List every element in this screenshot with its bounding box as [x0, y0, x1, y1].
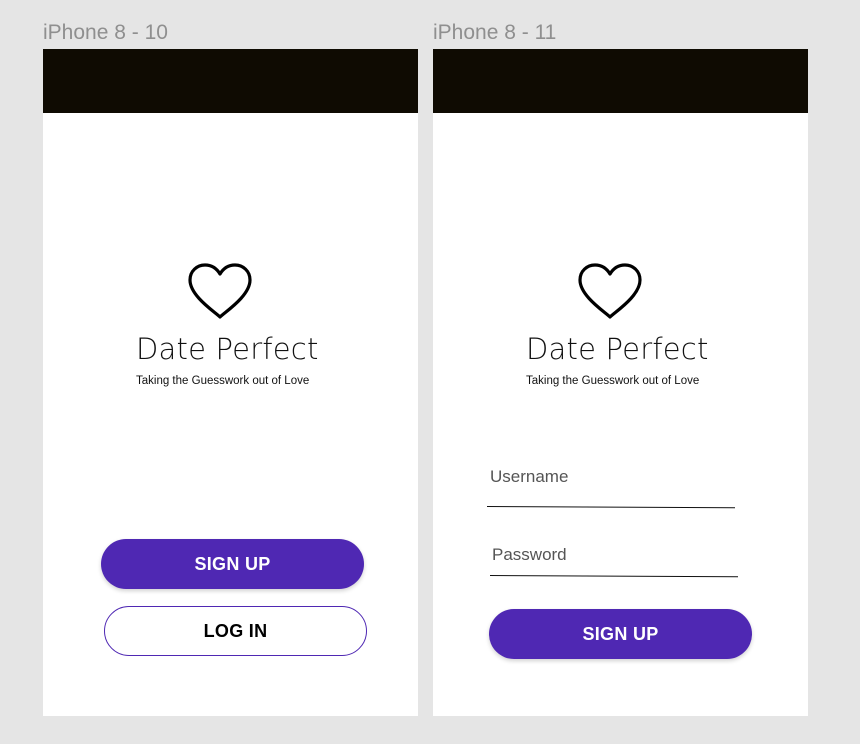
- heart-icon: [578, 263, 642, 319]
- app-title: Date Perfect: [526, 332, 709, 366]
- sign-up-button-label: SIGN UP: [582, 623, 659, 644]
- sign-up-screen: Date Perfect Taking the Guesswork out of…: [433, 49, 808, 716]
- status-bar: [433, 49, 808, 113]
- sign-up-button[interactable]: SIGN UP: [101, 539, 364, 589]
- app-title: Date Perfect: [136, 332, 319, 366]
- log-in-button-label: LOG IN: [203, 620, 268, 641]
- username-label: Username: [490, 467, 569, 486]
- frame-title-iphone-8-11: iPhone 8 - 11: [433, 21, 557, 44]
- heart-icon: [188, 263, 252, 319]
- tagline: Taking the Guesswork out of Love: [526, 375, 700, 387]
- sign-up-button[interactable]: SIGN UP: [489, 609, 752, 659]
- status-bar: [43, 49, 418, 113]
- password-label: Password: [492, 545, 567, 564]
- username-underline: [486, 506, 735, 509]
- frame-title-iphone-8-10: iPhone 8 - 10: [43, 21, 168, 44]
- tagline: Taking the Guesswork out of Love: [136, 375, 310, 387]
- log-in-button[interactable]: LOG IN: [104, 606, 367, 656]
- sign-up-button-label: SIGN UP: [194, 553, 271, 574]
- welcome-screen: Date Perfect Taking the Guesswork out of…: [43, 49, 418, 716]
- password-underline: [489, 575, 738, 578]
